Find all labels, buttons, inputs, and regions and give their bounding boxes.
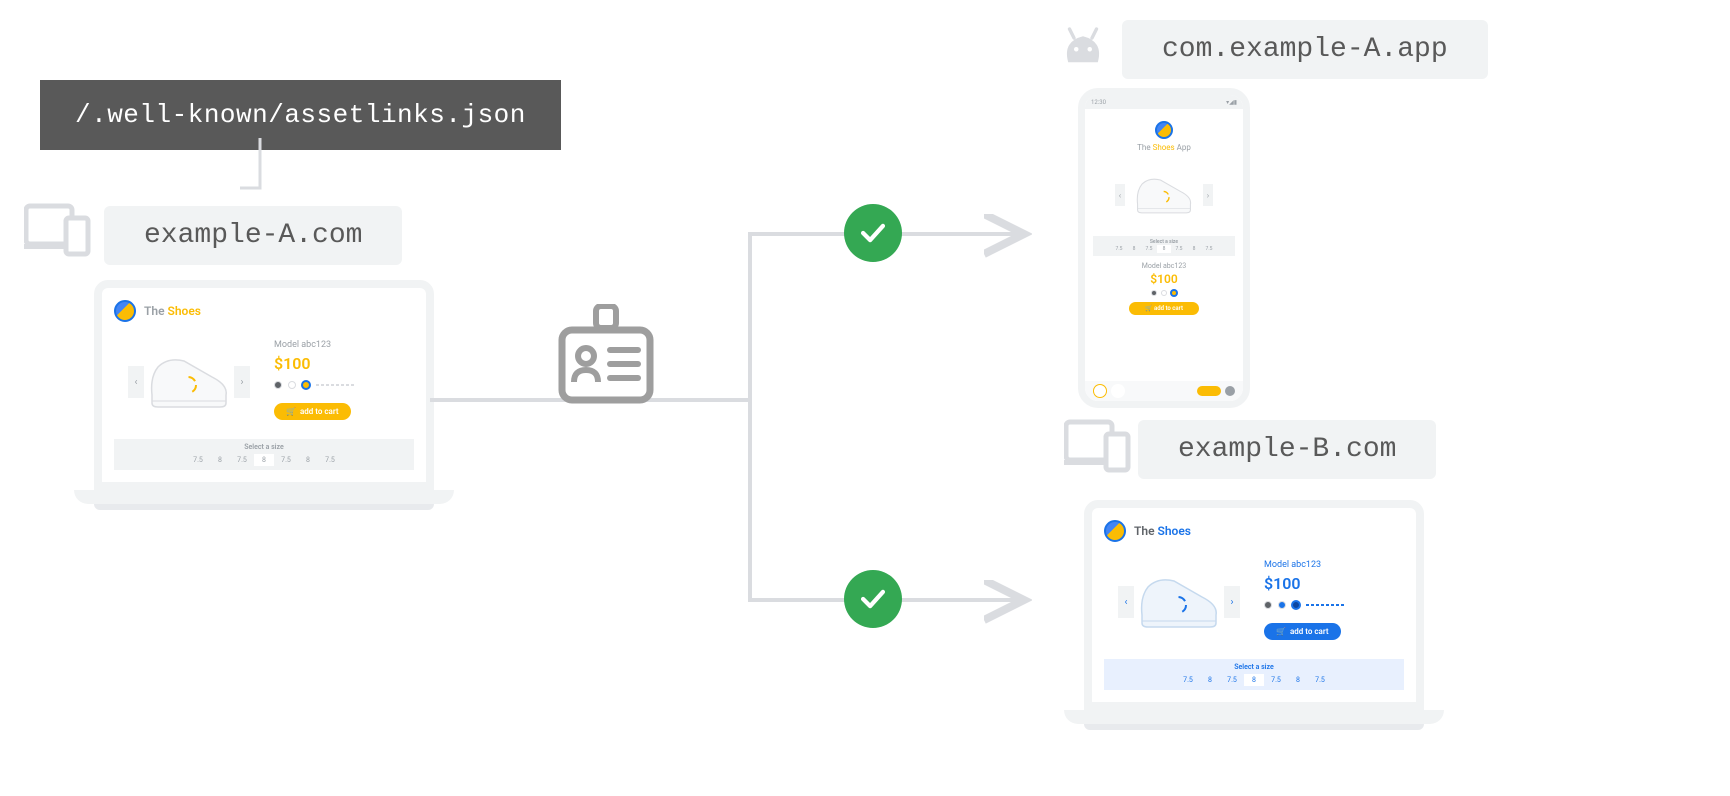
laptop-a: The Shoes ‹ › Model abc123 $100: [74, 280, 454, 530]
add-to-cart-button: 🛒add to cart: [1264, 623, 1341, 640]
checkmark-icon: [844, 570, 902, 628]
package-name-label: com.example-A.app: [1122, 20, 1488, 79]
devices-icon: [24, 200, 94, 260]
domain-b-label: example-B.com: [1138, 420, 1436, 479]
shoe-illustration: [1134, 567, 1224, 637]
connector-badge-to-domain: [240, 138, 280, 208]
shop-brand: The Shoes: [1134, 524, 1191, 538]
prev-arrow-icon: ‹: [1118, 586, 1134, 618]
size-selector: Select a size 7.5 8 7.5 8 7.5 8 7.5: [1093, 236, 1235, 256]
checkmark-icon: [844, 204, 902, 262]
phone-statusbar: 12:30 ▾◢▮: [1085, 95, 1243, 109]
laptop-b-screen: The Shoes ‹ › Model abc123 $100: [1092, 508, 1416, 702]
price-label: $100: [1093, 272, 1235, 286]
shop-brand: The Shoes: [144, 304, 201, 318]
model-label: Model abc123: [1264, 560, 1404, 570]
shop-logo-icon: [114, 300, 136, 322]
color-dots: [1093, 290, 1235, 296]
next-arrow-icon: ›: [234, 366, 250, 398]
laptop-b: The Shoes ‹ › Model abc123 $100: [1064, 500, 1444, 750]
model-label: Model abc123: [274, 340, 414, 350]
next-arrow-icon: ›: [1224, 586, 1240, 618]
home-icon: [1093, 384, 1107, 398]
nav-pill: [1197, 386, 1221, 396]
nav-circle: [1225, 386, 1235, 396]
search-icon: [1111, 384, 1125, 398]
price-label: $100: [274, 354, 414, 373]
color-dots: [1264, 601, 1404, 609]
shoe-illustration: [1129, 170, 1199, 220]
model-label: Model abc123: [1093, 262, 1235, 270]
laptop-a-screen: The Shoes ‹ › Model abc123 $100: [102, 288, 426, 482]
add-to-cart-button: 🛒 add to cart: [1129, 302, 1199, 315]
devices-icon: [1064, 416, 1134, 476]
android-icon: [1056, 20, 1110, 74]
shop-logo-icon: [1104, 520, 1126, 542]
add-to-cart-button: 🛒add to cart: [274, 403, 351, 420]
size-selector: Select a size 7.5 8 7.5 8 7.5 8 7.5: [114, 439, 414, 470]
shop-logo-icon: [1155, 121, 1173, 139]
flow-arrows: [430, 140, 1050, 640]
price-label: $100: [1264, 574, 1404, 593]
prev-arrow-icon: ‹: [128, 366, 144, 398]
phone-mockup: 12:30 ▾◢▮ The Shoes App ‹ › Select a siz…: [1078, 88, 1250, 408]
phone-brand: The Shoes App: [1093, 143, 1235, 152]
prev-arrow-icon: ‹: [1115, 184, 1125, 206]
shoe-illustration: [144, 347, 234, 417]
color-dots: [274, 381, 414, 389]
domain-a-label: example-A.com: [104, 206, 402, 265]
next-arrow-icon: ›: [1203, 184, 1213, 206]
phone-navbar: [1085, 381, 1243, 401]
id-badge-icon: [556, 304, 656, 414]
size-selector: Select a size 7.5 8 7.5 8 7.5 8 7.5: [1104, 659, 1404, 690]
